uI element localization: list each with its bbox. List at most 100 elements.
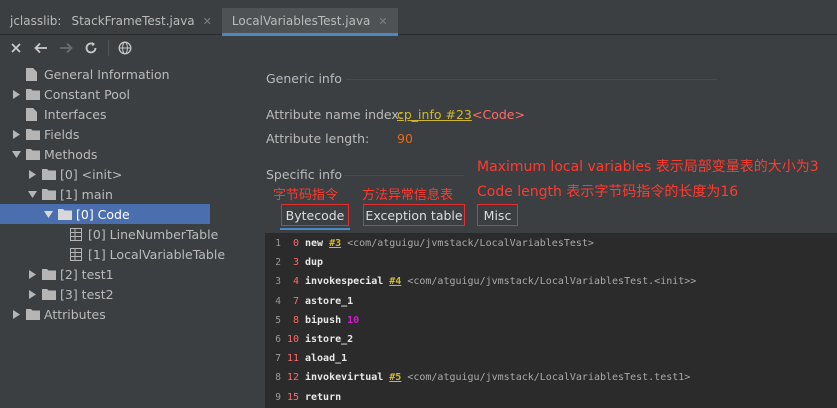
opcode: invokevirtual [305,372,384,384]
divider [346,79,717,80]
opcode: aload_1 [305,353,348,365]
tab-stackframetest[interactable]: StackFrameTest.java ✕ [61,8,221,35]
tree-item-local-variable-table[interactable]: [1] LocalVariableTable [0,244,225,264]
opcode: istore_2 [305,334,354,345]
tab-label: LocalVariablesTest.java [231,14,371,28]
cp-info-link[interactable]: cp_info #23 [397,107,472,122]
line-number: 5 [275,314,281,326]
bytecode-line: 8 12 invokevirtual #5 <com/atguigu/jvmstack/… [265,368,690,387]
forward-arrow-icon[interactable] [56,38,76,58]
bytecode-offset: 12 [287,372,300,384]
constant-pool-ref-link[interactable]: #5 [389,372,401,383]
close-tab-icon[interactable]: ✕ [378,15,387,28]
divider [344,175,464,176]
line-number: 9 [275,391,281,403]
opcode: dup [305,257,324,269]
close-tab-icon[interactable]: ✕ [203,15,212,28]
opcode: return [305,391,342,403]
bytecode-line: 6 10 istore_2 [265,330,353,349]
folder-icon [26,147,40,161]
opcode: astore_1 [305,295,354,307]
collapse-arrow-icon[interactable] [10,144,22,164]
attribute-length-label: Attribute length: [266,131,370,146]
bytecode-offset: 0 [292,238,299,249]
bytecode-line: 2 3 dup [265,253,323,272]
constant-pool-ref-link[interactable]: #4 [389,276,401,287]
line-number: 1 [275,238,281,249]
annotation-bytecode: 字节码指令 [273,188,339,203]
line-number: 3 [275,276,281,288]
bytecode-line: 1 0 new #3 <com/atguigu/jvmstack/LocalVariab… [265,234,594,253]
tree-item-method-test1[interactable]: [2] test1 [0,264,114,284]
expand-arrow-icon[interactable] [26,164,38,184]
bytecode-comment: <com/atguigu/jvmstack/LocalVariablesTest… [347,238,594,249]
line-number: 4 [275,295,281,307]
folder-icon [42,167,56,181]
back-arrow-icon[interactable] [31,38,51,58]
tab-misc[interactable]: Misc [477,204,518,226]
refresh-icon[interactable] [81,38,101,58]
expand-arrow-icon[interactable] [10,84,22,104]
tree-item-methods[interactable]: Methods [0,144,97,164]
line-number: 6 [275,334,281,345]
class-structure-tree: General Information Constant Pool Interf… [0,64,252,408]
tab-bytecode[interactable]: Bytecode [280,204,350,230]
folder-icon [42,187,56,201]
bytecode-line: 5 8 bipush 10 [265,311,359,330]
jclasslib-label: jclasslib: [10,14,62,28]
bytecode-offset: 10 [287,334,300,345]
tree-item-method-init[interactable]: [0] <init> [0,164,122,184]
attribute-name-index-label: Attribute name index: [266,107,403,122]
file-icon [26,107,40,121]
tree-item-interfaces[interactable]: Interfaces [0,104,106,124]
tree-item-attributes[interactable]: Attributes [0,304,106,324]
tab-localvariablestest[interactable]: LocalVariablesTest.java ✕ [221,7,398,36]
folder-icon [26,307,40,321]
bytecode-listing: 1 0 new #3 <com/atguigu/jvmstack/LocalVariab… [265,233,837,408]
collapse-arrow-icon[interactable] [42,204,54,224]
expand-arrow-icon[interactable] [10,304,22,324]
file-icon [26,67,40,81]
table-icon [70,227,84,241]
tree-item-line-number-table[interactable]: [0] LineNumberTable [0,224,218,244]
annotation-exception-table: 方法异常信息表 [362,188,454,203]
line-number: 8 [275,372,281,384]
bytecode-line: 4 7 astore_1 [265,292,353,311]
folder-icon [42,267,56,281]
folder-icon [58,207,72,221]
constant-pool-ref-link[interactable]: #3 [329,238,341,249]
annotation-code-length: Code length 表示字节码指令的长度为16 [477,184,739,200]
tree-item-method-test2[interactable]: [3] test2 [0,284,114,304]
bytecode-line: 3 4 invokespecial #4 <com/atguigu/jvmstack/L… [265,272,696,291]
editor-tab-bar: jclasslib: StackFrameTest.java ✕ LocalVa… [0,7,837,36]
tree-item-main-code[interactable]: [0] Code [0,204,210,224]
generic-info-header: Generic info [266,71,342,86]
tree-item-method-main[interactable]: [1] main [0,184,113,204]
bytecode-comment: <com/atguigu/jvmstack/LocalVariablesTest… [407,372,691,384]
tree-item-general-information[interactable]: General Information [0,64,170,84]
opcode: bipush [305,314,342,326]
line-number: 2 [275,257,281,269]
close-icon[interactable] [6,38,26,58]
collapse-arrow-icon[interactable] [26,184,38,204]
bytecode-offset: 3 [292,257,299,269]
tree-item-constant-pool[interactable]: Constant Pool [0,84,130,104]
bytecode-line: 9 15 return [265,388,341,407]
line-number: 7 [275,353,281,365]
bytecode-offset: 8 [292,314,299,326]
toolbar-divider [108,40,109,56]
bytecode-offset: 11 [287,353,300,365]
expand-arrow-icon[interactable] [26,284,38,304]
bytecode-offset: 4 [292,276,299,288]
expand-arrow-icon[interactable] [26,264,38,284]
bytecode-offset: 7 [292,295,299,307]
folder-icon [26,127,40,141]
annotation-max-locals: Maximum local variables 表示局部变量表的大小为3 [477,159,819,175]
expand-arrow-icon[interactable] [10,124,22,144]
specific-info-header: Specific info [266,167,343,182]
tree-item-fields[interactable]: Fields [0,124,79,144]
tab-exception-table[interactable]: Exception table [363,204,465,226]
bytecode-offset: 15 [287,391,300,403]
browser-globe-icon[interactable] [115,38,135,58]
bytecode-comment: <com/atguigu/jvmstack/LocalVariablesTest… [407,276,697,288]
